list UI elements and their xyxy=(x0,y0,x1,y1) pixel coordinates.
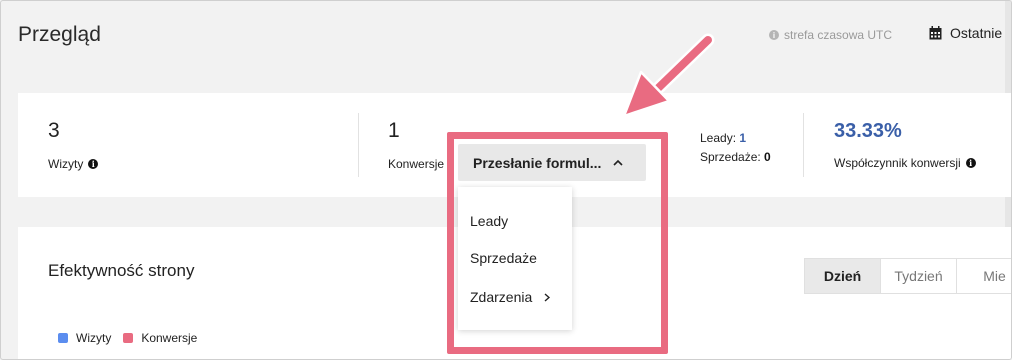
app-window: Przegląd i strefa czasowa UTC Ostatnie 3… xyxy=(0,0,1012,360)
annotation-arrow-icon xyxy=(622,33,715,118)
